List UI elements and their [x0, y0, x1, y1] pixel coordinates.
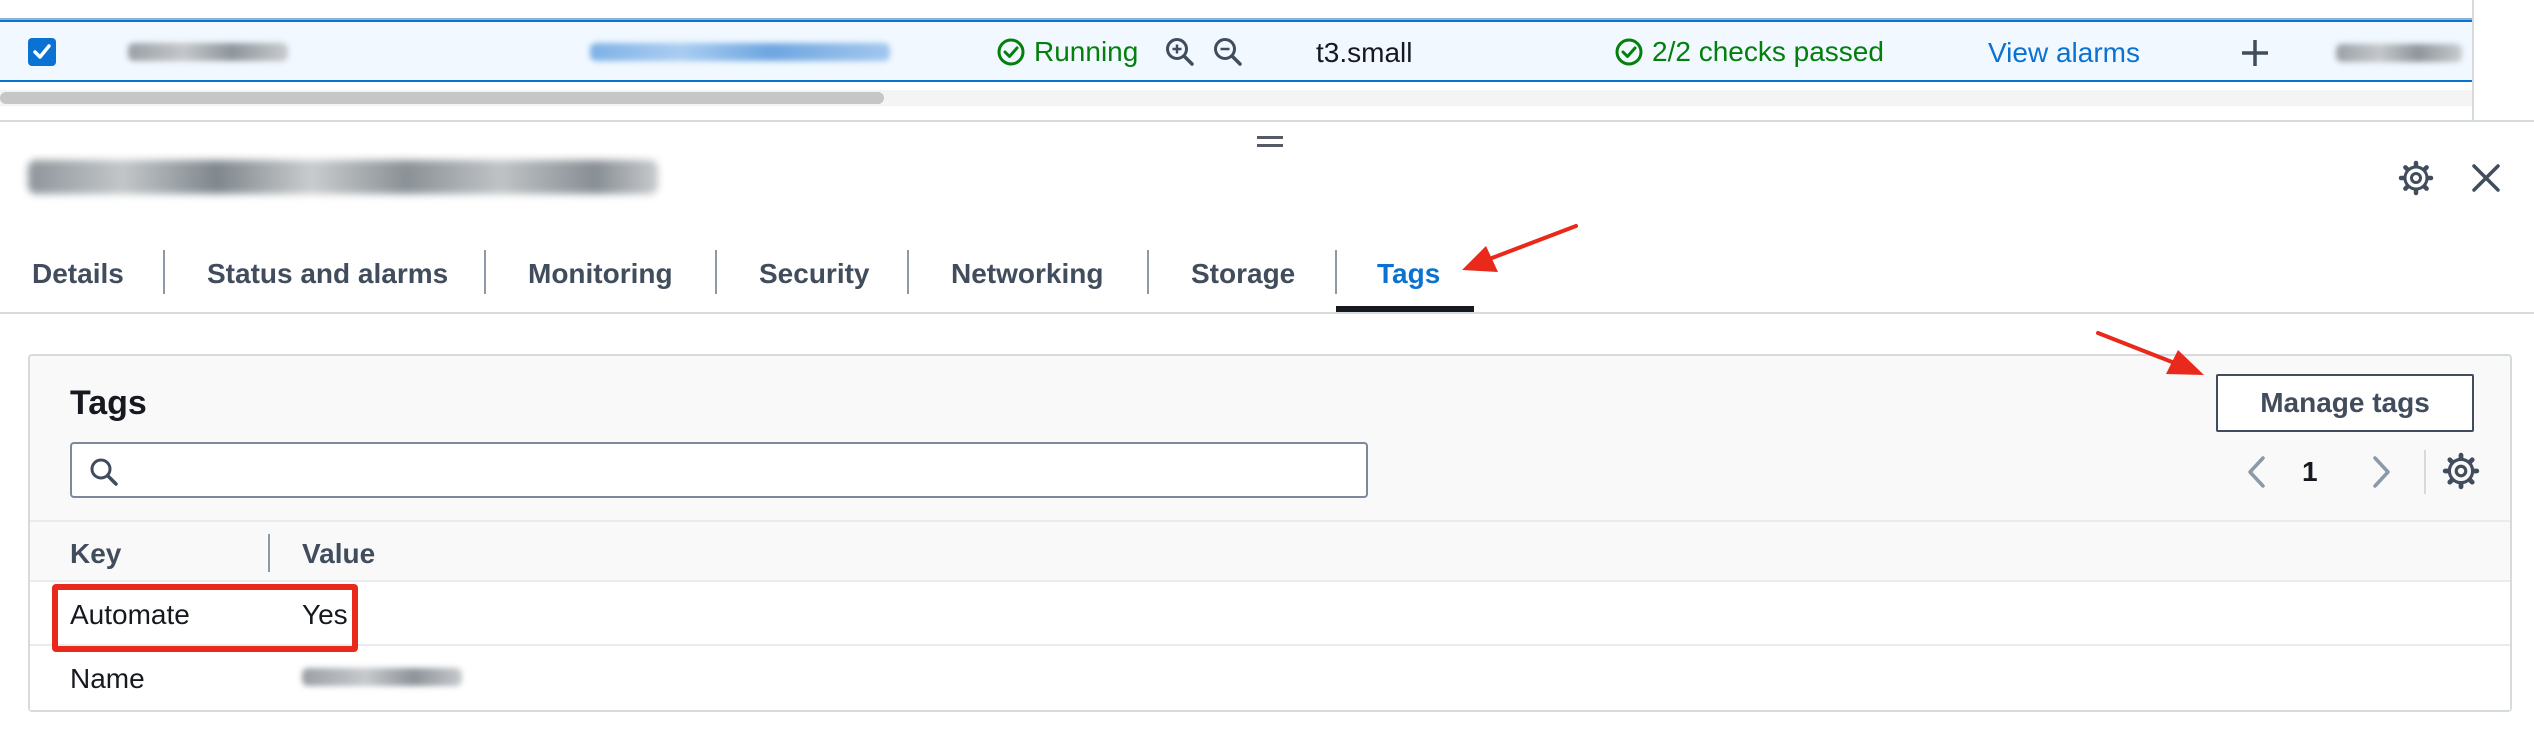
instance-state: Running — [996, 36, 1138, 68]
instance-row-selected[interactable]: Running t3.small 2/2 checks passed View … — [0, 20, 2472, 82]
tab-separator — [1335, 250, 1337, 294]
availability-zone-redacted — [2336, 44, 2462, 62]
instance-list: Running t3.small 2/2 checks passed View … — [0, 0, 2472, 120]
instance-type: t3.small — [1316, 37, 1413, 68]
view-alarms-link[interactable]: View alarms — [1988, 37, 2140, 69]
tabs-divider — [0, 312, 2534, 314]
tags-table: Key Value Automate Yes Name — [30, 520, 2510, 712]
drag-handle-icon[interactable] — [1257, 136, 1283, 150]
chevron-left-icon[interactable] — [2240, 452, 2274, 492]
tab-details[interactable]: Details — [32, 258, 124, 290]
table-header: Key Value — [30, 520, 2510, 582]
pager-separator — [2424, 450, 2426, 494]
settings-gear-icon[interactable] — [2442, 452, 2480, 490]
scrollbar-thumb[interactable] — [0, 92, 884, 104]
table-row: Automate Yes — [30, 582, 2510, 646]
tab-separator — [907, 250, 909, 294]
tab-networking[interactable]: Networking — [951, 258, 1103, 290]
column-header-key[interactable]: Key — [70, 538, 121, 570]
instance-state-label: Running — [1034, 36, 1139, 67]
current-page-number[interactable]: 1 — [2302, 456, 2318, 488]
annotation-highlight-box — [52, 584, 358, 652]
tags-container: Tags Manage tags 1 Key Value Automate Ye… — [28, 354, 2512, 712]
tags-search-input[interactable] — [132, 448, 1352, 492]
column-resizer[interactable] — [268, 534, 270, 572]
panel-title-redacted — [28, 160, 658, 194]
status-check-icon — [997, 38, 1025, 66]
instance-id-redacted[interactable] — [590, 43, 890, 61]
close-icon[interactable] — [2468, 160, 2504, 196]
tab-status-and-alarms[interactable]: Status and alarms — [207, 258, 448, 290]
row-checkbox[interactable] — [28, 38, 56, 66]
tags-heading: Tags — [70, 384, 147, 422]
checkbox-checked-icon — [33, 44, 51, 59]
zoom-in-icon[interactable] — [1164, 36, 1196, 68]
tab-separator — [163, 250, 165, 294]
split-panel-divider[interactable] — [0, 120, 2534, 122]
settings-gear-icon[interactable] — [2398, 160, 2434, 196]
tab-storage[interactable]: Storage — [1191, 258, 1295, 290]
column-header-value[interactable]: Value — [302, 538, 375, 570]
tag-key: Name — [70, 663, 145, 694]
status-check-icon — [1615, 38, 1643, 66]
tab-separator — [715, 250, 717, 294]
tab-tags[interactable]: Tags — [1377, 258, 1440, 290]
detail-tabs: Details Status and alarms Monitoring Sec… — [0, 238, 2534, 314]
horizontal-scrollbar[interactable] — [0, 90, 2472, 106]
vertical-scroll-gutter — [2472, 0, 2534, 120]
tag-value-redacted — [302, 668, 462, 686]
tab-security[interactable]: Security — [759, 258, 870, 290]
zoom-out-icon[interactable] — [1212, 36, 1244, 68]
manage-tags-button[interactable]: Manage tags — [2216, 374, 2474, 432]
table-row: Name — [30, 646, 2510, 710]
instance-name-redacted — [128, 43, 288, 61]
tab-monitoring[interactable]: Monitoring — [528, 258, 673, 290]
tags-search-field[interactable] — [70, 442, 1368, 498]
plus-icon[interactable] — [2238, 36, 2272, 70]
search-icon — [90, 458, 118, 486]
status-check-label: 2/2 checks passed — [1652, 36, 1884, 67]
tab-separator — [1147, 250, 1149, 294]
tab-separator — [484, 250, 486, 294]
status-check: 2/2 checks passed — [1614, 36, 1884, 68]
chevron-right-icon[interactable] — [2364, 452, 2398, 492]
